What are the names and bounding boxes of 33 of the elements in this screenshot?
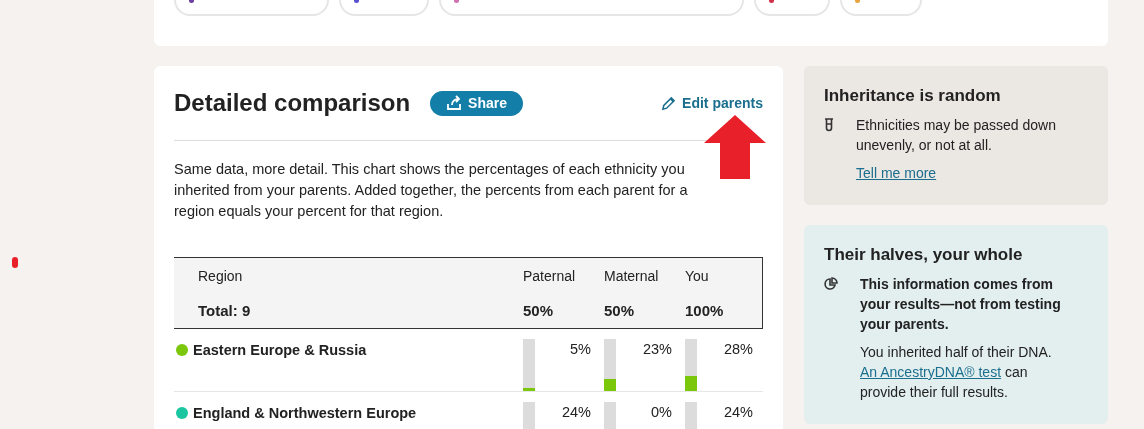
share-icon [446, 95, 463, 111]
pencil-icon [661, 95, 677, 111]
tell-me-more-link[interactable]: Tell me more [856, 165, 937, 181]
test-tube-icon [824, 118, 834, 132]
column-header: Maternal [604, 267, 660, 284]
card-title: Their halves, your whole [824, 245, 1024, 265]
total-cell-text: 50% [604, 302, 636, 319]
total-cell-text: Total: 9 [197, 302, 252, 319]
description-text: Same data, more detail. This chart shows the percentages of each ethnicity you inherited from your parents. Added together, the percents from each parent for a region equals your percent for that region. [174, 160, 689, 221]
annotation-arrow [702, 113, 768, 181]
column-header: Paternal [523, 267, 577, 284]
section-title: Detailed comparison [174, 89, 411, 117]
percent-value: 28% [722, 340, 753, 359]
ancestry-test-link[interactable]: An AncestryDNA® test [860, 364, 1002, 380]
region-name: Eastern Europe & Russia [193, 342, 367, 358]
total-cell-text: 100% [685, 302, 725, 319]
card-title: Inheritance is random [824, 86, 1002, 106]
percent-value: 24% [560, 403, 591, 422]
column-header: Region [197, 267, 244, 284]
percent-value: 0% [650, 403, 672, 422]
total-cell-text: 50% [523, 302, 555, 319]
percent-value: 23% [641, 340, 672, 359]
card-text: Ethnicities may be passed down unevenly, or not at all. [856, 116, 1057, 155]
region-name: England & Northwestern Europe [193, 405, 417, 421]
card-text: You inherited half of their DNA. An AncestryDNA® test can provide their full results. [860, 343, 1053, 402]
column-header: You [685, 267, 710, 284]
edit-parents-link[interactable]: Edit parents [661, 95, 763, 111]
percent-value: 5% [569, 340, 591, 359]
share-button[interactable]: Share [430, 90, 523, 116]
percent-value: 24% [722, 403, 753, 422]
card-text: This information comes from your results—not from testing your parents. [860, 275, 1062, 334]
annotation-mark [12, 257, 18, 268]
pie-chart-icon [824, 277, 838, 291]
